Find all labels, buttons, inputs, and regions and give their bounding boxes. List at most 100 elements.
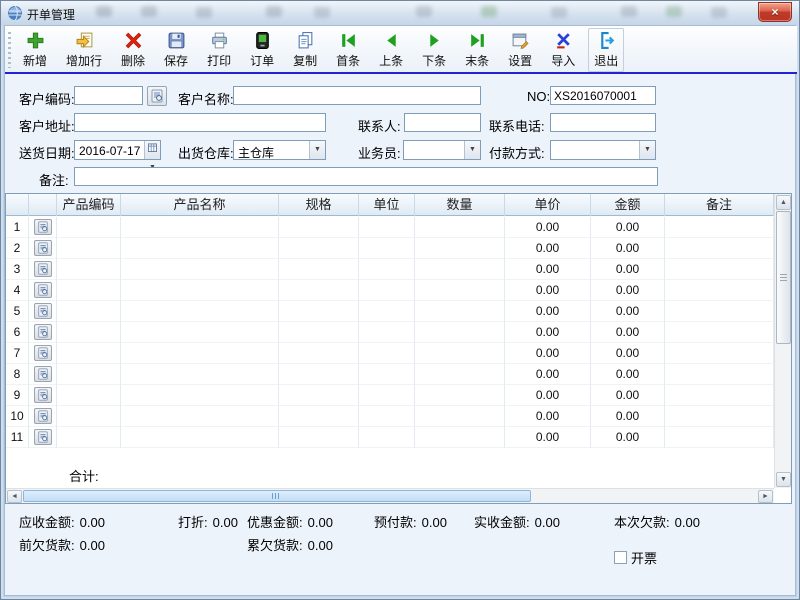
- vertical-scroll-thumb[interactable]: [776, 211, 791, 344]
- unit-cell[interactable]: [359, 322, 415, 343]
- toolbar-button-first[interactable]: 首条: [330, 28, 366, 72]
- phone-input[interactable]: [550, 113, 656, 132]
- unit-price-cell[interactable]: 0.00: [505, 301, 591, 322]
- unit-price-cell[interactable]: 0.00: [505, 238, 591, 259]
- product-code-cell[interactable]: [57, 280, 121, 301]
- product-name-cell[interactable]: [121, 427, 279, 448]
- salesman-select[interactable]: ▼: [403, 140, 481, 160]
- toolbar-button-delete[interactable]: 删除: [115, 28, 151, 72]
- amount-cell[interactable]: 0.00: [591, 406, 665, 427]
- toolbar-button-settings[interactable]: 设置: [502, 28, 538, 72]
- unit-price-cell[interactable]: 0.00: [505, 406, 591, 427]
- remark-cell[interactable]: [665, 322, 774, 343]
- quantity-cell[interactable]: [415, 343, 505, 364]
- product-code-cell[interactable]: [57, 259, 121, 280]
- product-code-cell[interactable]: [57, 364, 121, 385]
- row-browse-button[interactable]: [34, 282, 52, 298]
- product-name-cell[interactable]: [121, 343, 279, 364]
- unit-price-cell[interactable]: 0.00: [505, 280, 591, 301]
- toolbar-button-prev[interactable]: 上条: [373, 28, 409, 72]
- horizontal-scroll-thumb[interactable]: [23, 490, 531, 502]
- toolbar-button-copy[interactable]: 复制: [287, 28, 323, 72]
- amount-cell[interactable]: 0.00: [591, 259, 665, 280]
- product-code-cell[interactable]: [57, 238, 121, 259]
- product-name-cell[interactable]: [121, 217, 279, 238]
- quantity-cell[interactable]: [415, 217, 505, 238]
- remark-cell[interactable]: [665, 364, 774, 385]
- row-browse-button[interactable]: [34, 324, 52, 340]
- unit-cell[interactable]: [359, 364, 415, 385]
- unit-price-cell[interactable]: 0.00: [505, 343, 591, 364]
- product-code-cell[interactable]: [57, 301, 121, 322]
- remark-cell[interactable]: [665, 406, 774, 427]
- unit-cell[interactable]: [359, 259, 415, 280]
- spec-cell[interactable]: [279, 385, 359, 406]
- product-code-cell[interactable]: [57, 427, 121, 448]
- quantity-cell[interactable]: [415, 301, 505, 322]
- toolbar-button-add-row[interactable]: 增加行: [60, 28, 108, 72]
- spec-cell[interactable]: [279, 217, 359, 238]
- amount-cell[interactable]: 0.00: [591, 427, 665, 448]
- scroll-left-icon[interactable]: ◄: [7, 490, 22, 503]
- remark-cell[interactable]: [665, 280, 774, 301]
- spec-cell[interactable]: [279, 301, 359, 322]
- quantity-cell[interactable]: [415, 259, 505, 280]
- amount-cell[interactable]: 0.00: [591, 301, 665, 322]
- remark-cell[interactable]: [665, 427, 774, 448]
- payment-method-select[interactable]: ▼: [550, 140, 656, 160]
- customer-address-input[interactable]: [74, 113, 326, 132]
- unit-cell[interactable]: [359, 427, 415, 448]
- row-browse-button[interactable]: [34, 387, 52, 403]
- toolbar-button-order[interactable]: 订单: [244, 28, 280, 72]
- remark-cell[interactable]: [665, 385, 774, 406]
- row-browse-button[interactable]: [34, 429, 52, 445]
- spec-cell[interactable]: [279, 406, 359, 427]
- amount-cell[interactable]: 0.00: [591, 385, 665, 406]
- quantity-cell[interactable]: [415, 406, 505, 427]
- remark-cell[interactable]: [665, 343, 774, 364]
- amount-cell[interactable]: 0.00: [591, 322, 665, 343]
- remark-cell[interactable]: [665, 238, 774, 259]
- amount-cell[interactable]: 0.00: [591, 343, 665, 364]
- product-name-cell[interactable]: [121, 364, 279, 385]
- row-browse-button[interactable]: [34, 261, 52, 277]
- spec-cell[interactable]: [279, 322, 359, 343]
- customer-name-input[interactable]: [233, 86, 481, 105]
- horizontal-scrollbar[interactable]: ◄ ►: [6, 488, 774, 503]
- unit-price-cell[interactable]: 0.00: [505, 322, 591, 343]
- toolbar-button-exit[interactable]: 退出: [588, 28, 624, 72]
- toolbar-button-next[interactable]: 下条: [416, 28, 452, 72]
- row-browse-button[interactable]: [34, 345, 52, 361]
- amount-cell[interactable]: 0.00: [591, 280, 665, 301]
- quantity-cell[interactable]: [415, 364, 505, 385]
- quantity-cell[interactable]: [415, 322, 505, 343]
- remark-cell[interactable]: [665, 217, 774, 238]
- toolbar-button-new[interactable]: 新增: [17, 28, 53, 72]
- calendar-dropdown-icon[interactable]: ▼: [144, 141, 160, 159]
- product-name-cell[interactable]: [121, 259, 279, 280]
- unit-price-cell[interactable]: 0.00: [505, 427, 591, 448]
- amount-cell[interactable]: 0.00: [591, 238, 665, 259]
- unit-price-cell[interactable]: 0.00: [505, 259, 591, 280]
- spec-cell[interactable]: [279, 280, 359, 301]
- row-browse-button[interactable]: [34, 303, 52, 319]
- row-browse-button[interactable]: [34, 366, 52, 382]
- customer-lookup-button[interactable]: [147, 86, 167, 106]
- quantity-cell[interactable]: [415, 238, 505, 259]
- quantity-cell[interactable]: [415, 280, 505, 301]
- unit-cell[interactable]: [359, 238, 415, 259]
- scroll-down-icon[interactable]: ▼: [776, 472, 791, 487]
- spec-cell[interactable]: [279, 259, 359, 280]
- toolbar-button-import[interactable]: 导入: [545, 28, 581, 72]
- product-name-cell[interactable]: [121, 238, 279, 259]
- contact-input[interactable]: [404, 113, 481, 132]
- product-name-cell[interactable]: [121, 322, 279, 343]
- spec-cell[interactable]: [279, 427, 359, 448]
- product-name-cell[interactable]: [121, 280, 279, 301]
- product-name-cell[interactable]: [121, 406, 279, 427]
- row-browse-button[interactable]: [34, 408, 52, 424]
- unit-price-cell[interactable]: 0.00: [505, 364, 591, 385]
- chevron-down-icon[interactable]: ▼: [639, 141, 655, 159]
- amount-cell[interactable]: 0.00: [591, 217, 665, 238]
- row-browse-button[interactable]: [34, 240, 52, 256]
